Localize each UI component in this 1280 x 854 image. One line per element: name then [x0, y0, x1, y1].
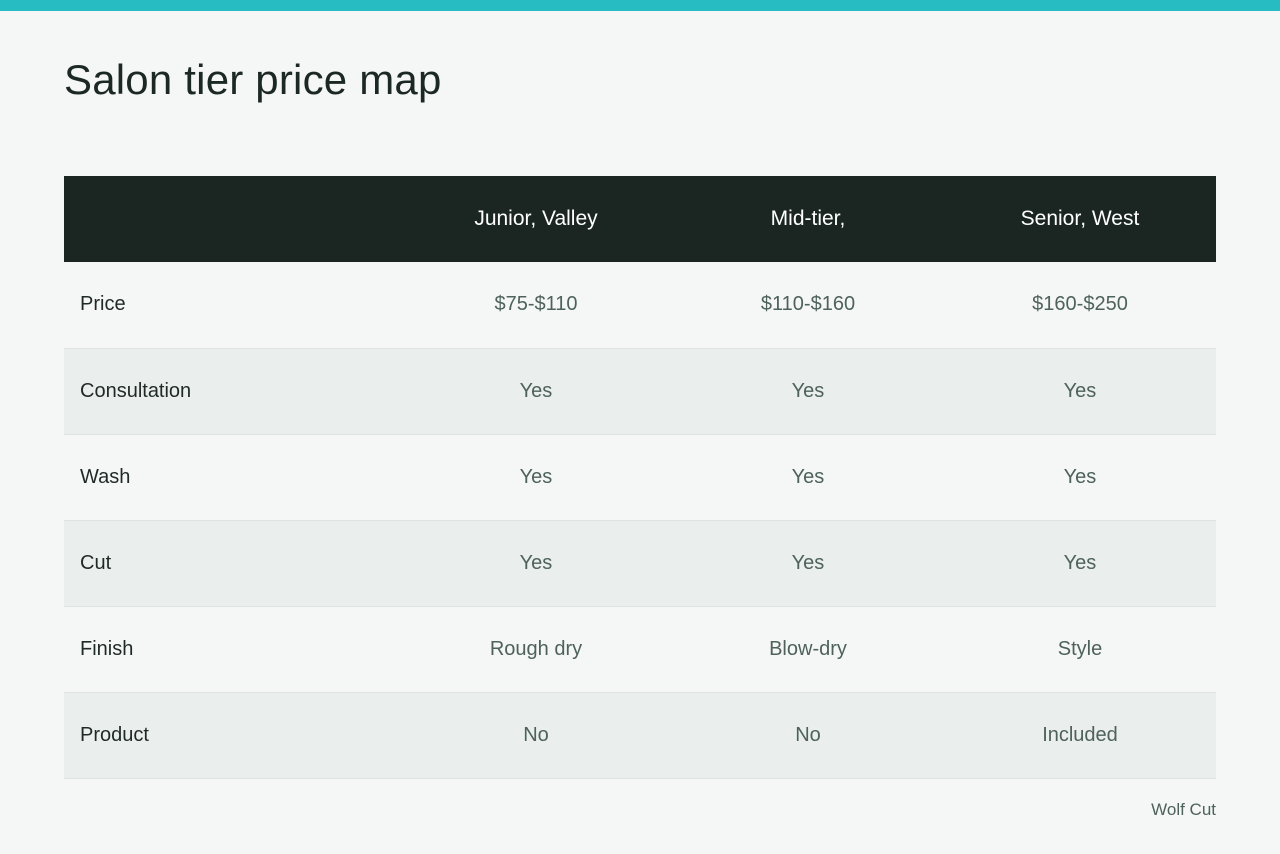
table-cell: Blow-dry [769, 637, 847, 660]
table-row-consultation: Consultation Yes Yes Yes [64, 348, 1216, 434]
column-header-junior: Junior, Valley [474, 207, 598, 230]
table-cell: Yes [791, 379, 825, 402]
table-cell: Yes [791, 465, 825, 488]
table-cell: Style [1057, 637, 1103, 660]
table-cell: Yes [1063, 379, 1097, 402]
row-label: Consultation [80, 379, 192, 402]
table-cell: Included [1042, 723, 1118, 746]
row-label: Price [80, 293, 126, 316]
table-row-price: Price $75-$110 $110-$160 $160-$250 [64, 262, 1216, 348]
table-cell: Yes [791, 551, 825, 574]
table-cell: Rough dry [489, 637, 583, 660]
column-header-mid-tier: Mid-tier, [770, 207, 846, 230]
table-cell: Yes [519, 465, 553, 488]
table-cell: $160-$250 [1032, 293, 1128, 316]
row-label: Finish [80, 637, 134, 660]
table-cell: Yes [519, 551, 553, 574]
table-header-row: Junior, Valley Mid-tier, Senior, West [64, 176, 1216, 262]
table-cell: Yes [1063, 551, 1097, 574]
row-label: Product [80, 723, 149, 746]
table-cell: $110-$160 [760, 293, 856, 316]
price-table: Junior, Valley Mid-tier, Senior, West Pr… [64, 176, 1216, 779]
row-label: Wash [80, 465, 131, 488]
table-cell: Yes [1063, 465, 1097, 488]
page-title: Salon tier price map [64, 56, 442, 103]
footnote: Wolf Cut [1151, 800, 1216, 819]
table-row-product: Product No No Included [64, 692, 1216, 778]
table-cell: Yes [519, 379, 553, 402]
table-cell: No [795, 723, 821, 746]
table-row-finish: Finish Rough dry Blow-dry Style [64, 606, 1216, 692]
table-cell: $75-$110 [494, 293, 578, 316]
table-row-cut: Cut Yes Yes Yes [64, 520, 1216, 606]
row-label: Cut [80, 551, 112, 574]
column-header-senior: Senior, West [1020, 207, 1140, 230]
accent-bar [0, 0, 1280, 11]
table-cell: No [523, 723, 549, 746]
column-header-empty [64, 176, 400, 262]
table-row-wash: Wash Yes Yes Yes [64, 434, 1216, 520]
